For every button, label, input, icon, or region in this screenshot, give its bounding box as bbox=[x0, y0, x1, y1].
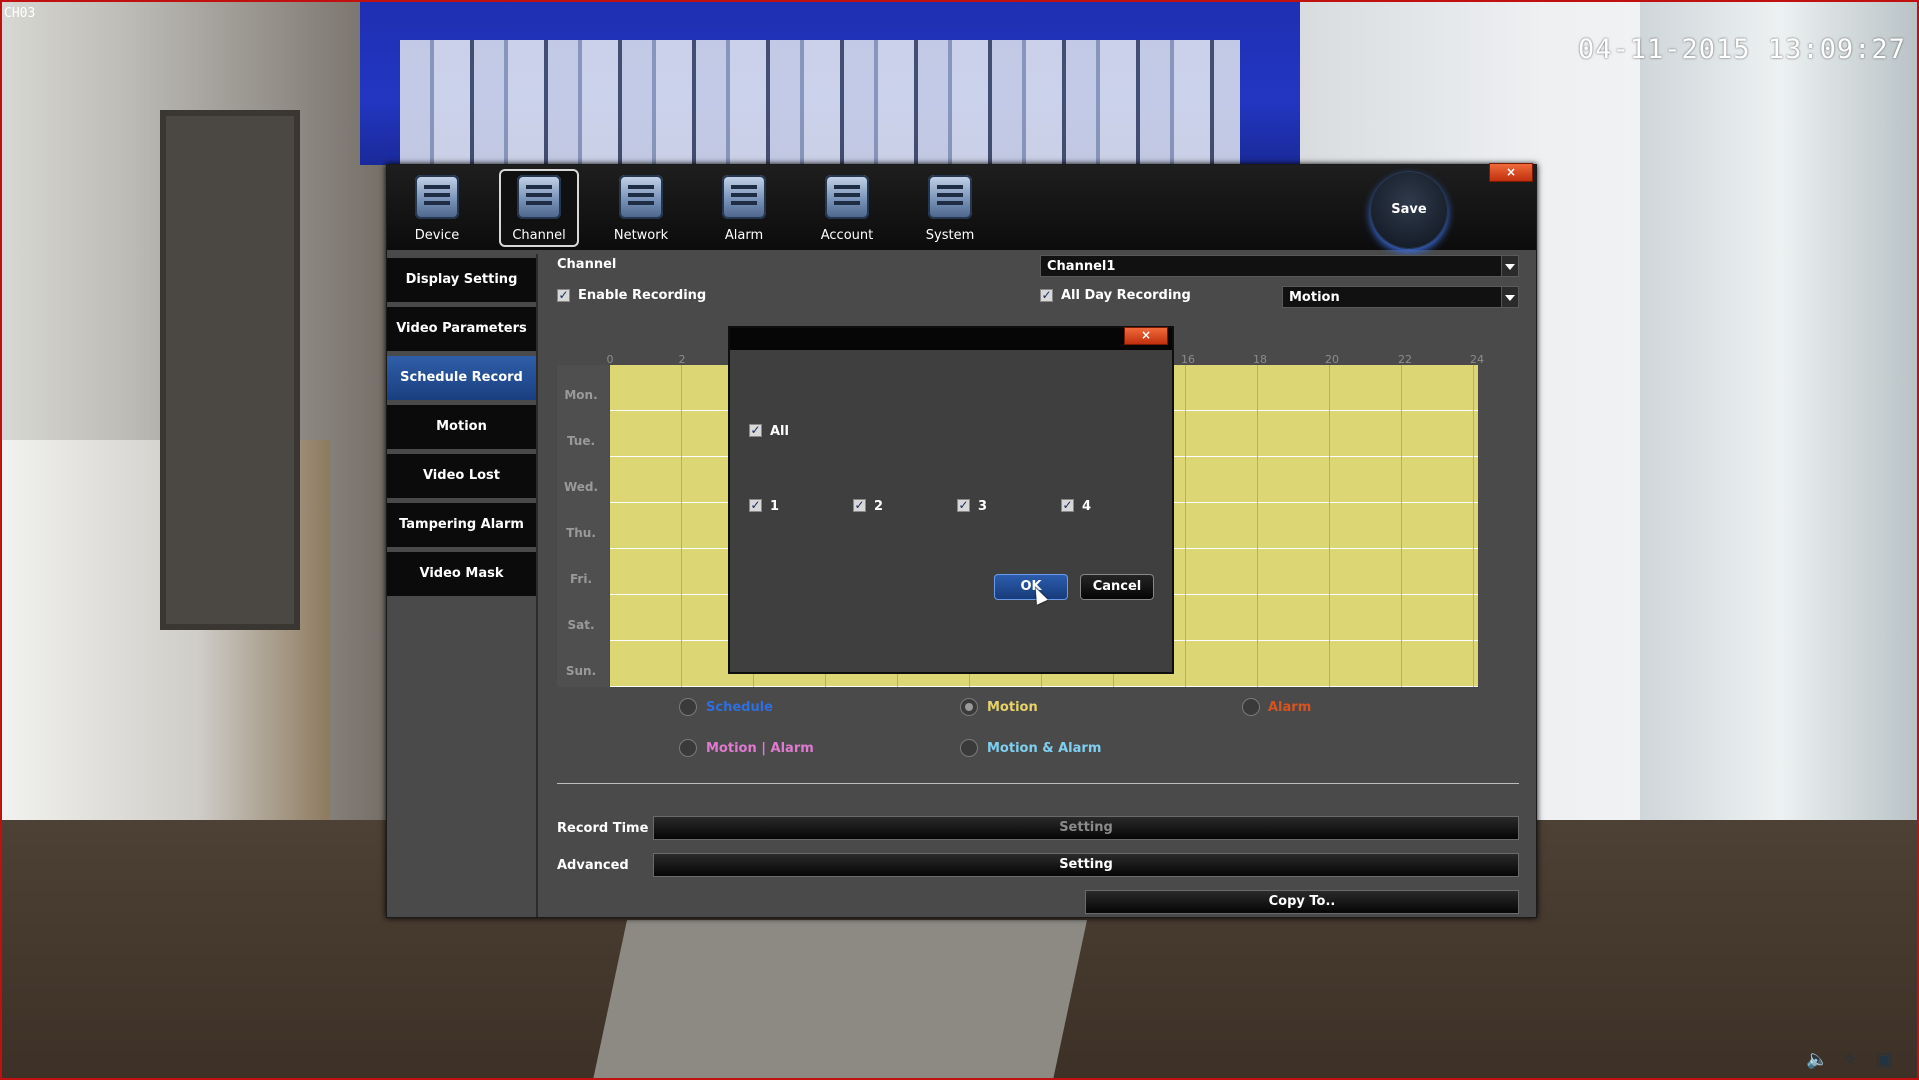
option-1-label: 1 bbox=[770, 499, 780, 514]
nav-alarm[interactable]: Alarm bbox=[704, 169, 784, 247]
all-day-recording-label: All Day Recording bbox=[1061, 288, 1191, 303]
record-type-select[interactable]: Motion bbox=[1282, 286, 1519, 308]
option-2-checkbox[interactable]: ✓ bbox=[853, 499, 866, 512]
speaker-icon[interactable]: 🔈 bbox=[1806, 1050, 1828, 1070]
option-1-checkbox[interactable]: ✓ bbox=[749, 499, 762, 512]
cancel-button[interactable]: Cancel bbox=[1080, 574, 1154, 600]
nav-system[interactable]: System bbox=[910, 169, 990, 247]
enable-recording-checkbox[interactable]: ✓ bbox=[557, 289, 570, 302]
timestamp-overlay: 04-11-2015 13:09:27 bbox=[1578, 34, 1906, 65]
nav-account[interactable]: Account bbox=[807, 169, 887, 247]
account-icon bbox=[825, 175, 869, 219]
channel-icon bbox=[517, 175, 561, 219]
option-3-label: 3 bbox=[978, 499, 988, 514]
dialog-title-bar bbox=[730, 328, 1172, 350]
day-label: Wed. bbox=[563, 480, 599, 494]
copy-days-dialog: × ✓ All ✓ 1 ✓ 2 ✓ 3 ✓ 4 OK Cancel bbox=[728, 326, 1174, 674]
record-type-value: Motion bbox=[1289, 290, 1340, 305]
network-status-icon[interactable]: ✧ bbox=[1840, 1050, 1860, 1070]
device-icon bbox=[415, 175, 459, 219]
motion-or-alarm-legend-label: Motion | Alarm bbox=[706, 741, 814, 756]
option-3-checkbox[interactable]: ✓ bbox=[957, 499, 970, 512]
channel-select-value: Channel1 bbox=[1047, 259, 1116, 274]
nav-account-label: Account bbox=[820, 228, 874, 243]
alarm-legend-label: Alarm bbox=[1268, 700, 1312, 715]
nav-network[interactable]: Network bbox=[601, 169, 681, 247]
day-label: Sun. bbox=[565, 664, 597, 678]
sidebar-item-display-setting[interactable]: Display Setting bbox=[387, 258, 536, 302]
nav-alarm-label: Alarm bbox=[724, 228, 764, 243]
alarm-radio[interactable] bbox=[1242, 698, 1260, 716]
option-4-label: 4 bbox=[1082, 499, 1092, 514]
motion-and-alarm-radio[interactable] bbox=[960, 739, 978, 757]
nav-network-label: Network bbox=[613, 228, 669, 243]
tray-icons: 🔈 ✧ ▣ bbox=[1806, 1050, 1894, 1070]
all-label: All bbox=[770, 424, 789, 439]
day-label: Mon. bbox=[564, 388, 598, 402]
record-time-setting-button[interactable]: Setting bbox=[653, 816, 1519, 840]
ok-button[interactable]: OK bbox=[994, 574, 1068, 600]
sidebar-item-video-lost[interactable]: Video Lost bbox=[387, 454, 536, 498]
divider bbox=[557, 783, 1519, 784]
motion-radio[interactable] bbox=[960, 698, 978, 716]
system-icon bbox=[928, 175, 972, 219]
nav-device[interactable]: Device bbox=[397, 169, 477, 247]
advanced-label: Advanced bbox=[557, 858, 629, 873]
nav-device-label: Device bbox=[414, 228, 460, 243]
nav-channel[interactable]: Channel bbox=[499, 169, 579, 247]
sidebar-item-video-parameters[interactable]: Video Parameters bbox=[387, 307, 536, 351]
option-4-checkbox[interactable]: ✓ bbox=[1061, 499, 1074, 512]
enable-recording-label: Enable Recording bbox=[578, 288, 707, 303]
motion-legend-label: Motion bbox=[987, 700, 1038, 715]
motion-and-alarm-legend-label: Motion & Alarm bbox=[987, 741, 1102, 756]
schedule-legend-label: Schedule bbox=[706, 700, 773, 715]
channel-overlay-label: CH03 bbox=[4, 6, 36, 21]
schedule-radio[interactable] bbox=[679, 698, 697, 716]
day-label: Fri. bbox=[569, 572, 593, 586]
sidebar-item-schedule-record[interactable]: Schedule Record bbox=[387, 356, 536, 400]
sidebar-item-motion[interactable]: Motion bbox=[387, 405, 536, 449]
option-2-label: 2 bbox=[874, 499, 884, 514]
motion-or-alarm-radio[interactable] bbox=[679, 739, 697, 757]
copy-to-button[interactable]: Copy To.. bbox=[1085, 890, 1519, 914]
day-label: Tue. bbox=[566, 434, 596, 448]
sidebar-item-tampering-alarm[interactable]: Tampering Alarm bbox=[387, 503, 536, 547]
window-icon[interactable]: ▣ bbox=[1874, 1050, 1894, 1070]
nav-system-label: System bbox=[925, 228, 975, 243]
top-navigation: Device Channel Network Alarm Account Sys… bbox=[387, 165, 1536, 250]
chevron-down-icon bbox=[1501, 287, 1518, 307]
network-icon bbox=[619, 175, 663, 219]
channel-label: Channel bbox=[557, 257, 617, 272]
sidebar-item-video-mask[interactable]: Video Mask bbox=[387, 552, 536, 596]
all-checkbox[interactable]: ✓ bbox=[749, 424, 762, 437]
chevron-down-icon bbox=[1501, 256, 1518, 276]
day-label: Thu. bbox=[566, 526, 596, 540]
channel-select[interactable]: Channel1 bbox=[1040, 255, 1519, 277]
day-label: Sat. bbox=[567, 618, 595, 632]
nav-channel-label: Channel bbox=[512, 228, 566, 243]
record-time-label: Record Time bbox=[557, 821, 649, 836]
advanced-setting-button[interactable]: Setting bbox=[653, 853, 1519, 877]
alarm-icon bbox=[722, 175, 766, 219]
all-day-recording-checkbox[interactable]: ✓ bbox=[1040, 289, 1053, 302]
close-window-button[interactable]: × bbox=[1489, 163, 1533, 182]
dialog-close-button[interactable]: × bbox=[1124, 327, 1168, 345]
sidebar: Display Setting Video Parameters Schedul… bbox=[387, 254, 538, 917]
save-button[interactable]: Save bbox=[1370, 171, 1448, 249]
